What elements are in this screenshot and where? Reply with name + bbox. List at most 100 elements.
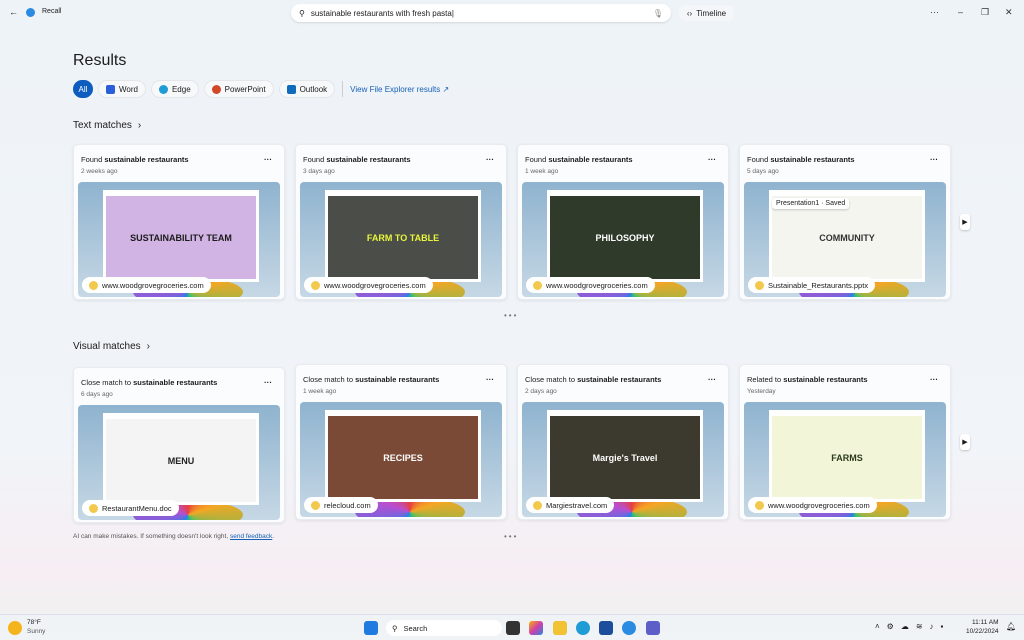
- taskbar-search[interactable]: ⚲ Search: [386, 620, 502, 636]
- text-match-card[interactable]: Found sustainable restaurants 3 days ago…: [295, 144, 507, 300]
- recall-icon[interactable]: [622, 621, 636, 635]
- visual-matches-heading[interactable]: Visual matches ›: [73, 341, 150, 352]
- filter-label: PowerPoint: [224, 84, 266, 94]
- source-pill[interactable]: RestaurantMenu.doc: [82, 500, 179, 516]
- visual-match-card[interactable]: Close match to sustainable restaurants 6…: [73, 367, 285, 523]
- match-time: 6 days ago: [81, 391, 113, 398]
- more-options-button[interactable]: ···: [930, 375, 938, 384]
- source-pill[interactable]: Sustainable_Restaurants.pptx: [748, 277, 876, 293]
- screenshot-thumbnail[interactable]: MENU RestaurantMenu.doc: [78, 405, 280, 520]
- next-text-matches-button[interactable]: ▶: [960, 214, 970, 230]
- match-time: 5 days ago: [747, 168, 779, 175]
- source-pill[interactable]: www.woodgrovegroceries.com: [526, 277, 655, 293]
- more-options-button[interactable]: ···: [930, 155, 938, 164]
- store-icon[interactable]: [599, 621, 613, 635]
- screenshot-thumbnail[interactable]: PHILOSOPHY www.woodgrovegroceries.com: [522, 182, 724, 297]
- clock-time[interactable]: 11:11 AM: [972, 619, 999, 626]
- next-visual-matches-button[interactable]: ▶: [960, 434, 970, 450]
- match-time: 1 week ago: [303, 388, 337, 395]
- source-label: www.woodgrovegroceries.com: [324, 280, 426, 290]
- more-options-button[interactable]: ···: [264, 378, 272, 387]
- filter-outlook[interactable]: Outlook: [278, 80, 336, 98]
- weather-desc: Sunny: [27, 628, 46, 635]
- source-pill[interactable]: relecloud.com: [304, 497, 378, 513]
- timeline-label: Timeline: [696, 8, 727, 18]
- task-view-icon[interactable]: [506, 621, 520, 635]
- visual-match-card[interactable]: Close match to sustainable restaurants 2…: [517, 364, 729, 520]
- disclaimer: AI can make mistakes. If something doesn…: [73, 533, 274, 540]
- match-prefix: Found: [303, 155, 325, 164]
- teams-icon[interactable]: [646, 621, 660, 635]
- more-options-button[interactable]: ···: [264, 155, 272, 164]
- word-icon: [106, 84, 115, 94]
- screen-title: MENU: [167, 455, 195, 466]
- back-button[interactable]: ←: [9, 7, 18, 17]
- system-tray-icons[interactable]: ˄⚙☁≋♪▪: [875, 622, 950, 631]
- more-options-button[interactable]: ···: [708, 155, 716, 164]
- more-options-button[interactable]: ···: [708, 375, 716, 384]
- pagination-dots[interactable]: •••: [504, 532, 518, 541]
- filter-label: Edge: [171, 84, 191, 94]
- match-time: 1 week ago: [525, 168, 559, 175]
- send-feedback-link[interactable]: send feedback: [230, 533, 272, 540]
- more-options-button[interactable]: ···: [486, 375, 494, 384]
- match-term: sustainable restaurants: [104, 155, 189, 164]
- pagination-dots[interactable]: •••: [504, 311, 518, 320]
- visual-match-card[interactable]: Related to sustainable restaurants Yeste…: [739, 364, 951, 520]
- section-title: Text matches: [73, 120, 132, 131]
- source-label: www.woodgrovegroceries.com: [102, 280, 204, 290]
- title-bar: ← Recall ⚲ sustainable restaurants with …: [0, 0, 1024, 26]
- minimize-button[interactable]: –: [958, 7, 963, 17]
- source-pill[interactable]: Margiestravel.com: [526, 497, 615, 513]
- text-match-card[interactable]: Found sustainable restaurants 2 weeks ag…: [73, 144, 285, 300]
- screenshot-thumbnail[interactable]: RECIPES relecloud.com: [300, 402, 502, 517]
- screenshot-thumbnail[interactable]: SUSTAINABILITY TEAM www.woodgrovegroceri…: [78, 182, 280, 297]
- file-explorer-icon[interactable]: [553, 621, 567, 635]
- close-button[interactable]: ✕: [1005, 7, 1013, 18]
- search-input[interactable]: ⚲ sustainable restaurants with fresh pas…: [291, 4, 671, 22]
- source-pill[interactable]: www.woodgrovegroceries.com: [748, 497, 877, 513]
- notification-bell-icon[interactable]: 🔔︎: [1006, 622, 1016, 631]
- weather-sun-icon[interactable]: [8, 621, 22, 635]
- filter-powerpoint[interactable]: PowerPoint: [203, 80, 274, 98]
- screen-preview: MENU: [103, 413, 259, 505]
- text-matches-heading[interactable]: Text matches ›: [73, 120, 141, 131]
- text-match-card[interactable]: Found sustainable restaurants 1 week ago…: [517, 144, 729, 300]
- view-file-explorer-link[interactable]: View File Explorer results ↗: [350, 85, 449, 94]
- timeline-button[interactable]: ‹› Timeline: [679, 5, 734, 21]
- start-icon[interactable]: [364, 621, 378, 635]
- clock-date[interactable]: 10/22/2024: [966, 628, 999, 635]
- copilot-icon[interactable]: [529, 621, 543, 635]
- source-label: www.woodgrovegroceries.com: [768, 500, 870, 510]
- weather-temp: 78°F: [27, 619, 41, 626]
- screenshot-thumbnail[interactable]: FARMS www.woodgrovegroceries.com: [744, 402, 946, 517]
- restore-button[interactable]: ❐: [981, 7, 989, 18]
- edge-icon[interactable]: [576, 621, 590, 635]
- screenshot-thumbnail[interactable]: Margie's Travel Margiestravel.com: [522, 402, 724, 517]
- microphone-icon[interactable]: 🎙: [653, 9, 663, 18]
- match-title: Close match to sustainable restaurants: [81, 378, 217, 387]
- filter-word[interactable]: Word: [98, 80, 146, 98]
- match-prefix: Close match to: [303, 375, 354, 384]
- disclaimer-text: AI can make mistakes. If something doesn…: [73, 533, 229, 540]
- filter-all[interactable]: All: [73, 80, 93, 98]
- more-options-button[interactable]: ···: [930, 7, 939, 17]
- more-options-button[interactable]: ···: [486, 155, 494, 164]
- source-pill[interactable]: www.woodgrovegroceries.com: [304, 277, 433, 293]
- filter-bar: All Word Edge PowerPoint Outlook View Fi…: [73, 80, 449, 98]
- match-title: Found sustainable restaurants: [303, 155, 411, 164]
- match-term: sustainable restaurants: [548, 155, 633, 164]
- filter-edge[interactable]: Edge: [150, 80, 199, 98]
- screenshot-thumbnail[interactable]: FARM TO TABLE www.woodgrovegroceries.com: [300, 182, 502, 297]
- screen-preview: PHILOSOPHY: [547, 190, 703, 282]
- visual-match-card[interactable]: Close match to sustainable restaurants 1…: [295, 364, 507, 520]
- taskbar: 78°F Sunny ⚲ Search ˄⚙☁≋♪▪ 11:11 AM 10/22…: [0, 614, 1024, 640]
- match-term: sustainable restaurants: [355, 375, 440, 384]
- outlook-icon: [286, 84, 296, 94]
- match-prefix: Related to: [747, 375, 782, 384]
- screenshot-thumbnail[interactable]: COMMUNITY Presentation1 · Saved Sustaina…: [744, 182, 946, 297]
- text-match-card[interactable]: Found sustainable restaurants 5 days ago…: [739, 144, 951, 300]
- source-pill[interactable]: www.woodgrovegroceries.com: [82, 277, 211, 293]
- source-label: Sustainable_Restaurants.pptx: [768, 280, 869, 290]
- screen-title: SUSTAINABILITY TEAM: [130, 232, 232, 243]
